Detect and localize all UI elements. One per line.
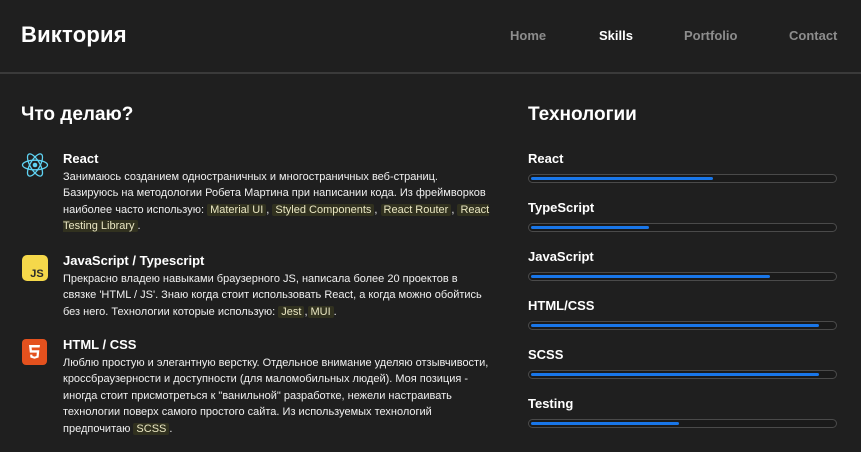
skill-progress-track — [528, 174, 837, 183]
service-title: HTML / CSS — [63, 337, 137, 352]
skill-progress-track — [528, 419, 837, 428]
tech-tag: SCSS — [133, 422, 170, 435]
skill-progress-track — [528, 321, 837, 330]
service-title: React — [63, 151, 99, 166]
tech-tag: React Router — [380, 203, 452, 216]
skill-html-css: HTML/CSS — [528, 298, 837, 330]
skill-progress-fill — [531, 275, 770, 278]
skill-progress-fill — [531, 226, 649, 229]
tech-tag: Styled Components — [272, 203, 375, 216]
service-description: Люблю простую и элегантную верстку. Отде… — [63, 357, 489, 435]
skill-progress-fill — [531, 177, 713, 180]
skill-name: SCSS — [528, 347, 564, 362]
service-description: Занимаюсь созданием одностраничных и мно… — [63, 171, 490, 233]
tech-tag: MUI — [307, 305, 334, 318]
site-header: Виктория Home Skills Portfolio Contact — [0, 0, 861, 74]
skill-scss: SCSS — [528, 347, 837, 379]
skill-progress-fill — [531, 373, 819, 376]
nav-home-link[interactable]: Home — [510, 28, 546, 43]
nav-portfolio-link[interactable]: Portfolio — [684, 28, 737, 43]
nav-skills-link[interactable]: Skills — [599, 28, 633, 43]
skill-javascript: JavaScript — [528, 249, 837, 281]
skill-progress-track — [528, 223, 837, 232]
services-heading: Что делаю? — [21, 104, 134, 125]
skill-progress-fill — [531, 422, 679, 425]
skill-name: React — [528, 151, 564, 166]
html5-icon — [21, 337, 49, 365]
skill-react: React — [528, 151, 837, 183]
skill-typescript: TypeScript — [528, 200, 837, 232]
skill-name: TypeScript — [528, 200, 595, 215]
react-icon — [21, 151, 49, 179]
service-description: Прекрасно владею навыками браузерного JS… — [63, 273, 482, 318]
skill-name: HTML/CSS — [528, 298, 595, 313]
nav-contact-link[interactable]: Contact — [789, 28, 837, 43]
skill-name: JavaScript — [528, 249, 594, 264]
skill-testing: Testing — [528, 396, 837, 428]
tech-tag: Jest — [278, 305, 305, 318]
service-title: JavaScript / Typescript — [63, 253, 205, 268]
skill-name: Testing — [528, 396, 574, 411]
js-icon: JS — [21, 253, 49, 281]
technologies-heading: Технологии — [528, 104, 637, 125]
tech-tag: Material UI — [207, 203, 267, 216]
skill-progress-fill — [531, 324, 819, 327]
site-logo[interactable]: Виктория — [21, 22, 127, 48]
skill-progress-track — [528, 370, 837, 379]
skill-progress-track — [528, 272, 837, 281]
svg-text:JS: JS — [30, 268, 43, 280]
